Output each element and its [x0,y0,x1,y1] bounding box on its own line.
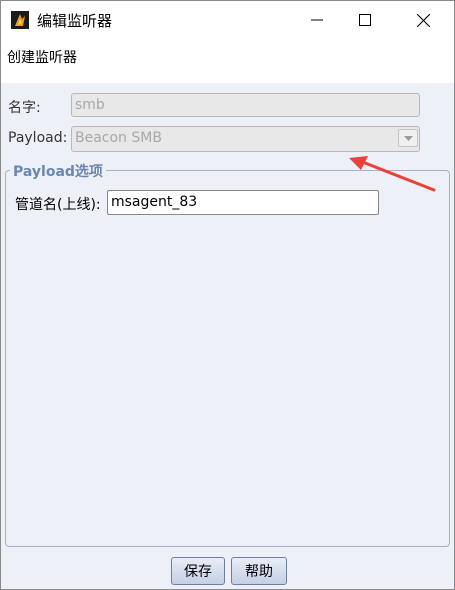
minimize-button[interactable] [294,1,340,39]
app-icon [11,11,29,29]
payload-dropdown-button[interactable] [398,129,418,147]
banner-text: 创建监听器 [7,50,77,66]
payload-options-group [5,170,450,547]
maximize-icon [359,14,371,26]
chevron-down-icon [403,135,413,141]
payload-select[interactable]: Beacon SMB [71,126,420,152]
minimize-icon [311,19,323,21]
save-button[interactable]: 保存 [171,557,225,585]
payload-label: Payload: [8,130,68,146]
payload-options-title: Payload选项 [10,161,106,181]
name-field[interactable]: smb [71,93,420,117]
window-title: 编辑监听器 [37,12,113,30]
pipe-name-input[interactable]: msagent_83 [107,190,379,215]
title-bar: 编辑监听器 [1,1,454,39]
close-button[interactable] [400,1,446,39]
close-icon [416,13,430,27]
edit-listener-dialog: 编辑监听器 创建监听器 名字: smb Payload: Beacon SMB [0,0,455,590]
annotation-arrow-icon [349,156,436,192]
payload-selected-value: Beacon SMB [75,130,162,146]
name-label: 名字: [8,100,41,116]
header-banner: 创建监听器 [1,39,454,83]
maximize-button[interactable] [342,1,388,39]
help-button[interactable]: 帮助 [231,557,287,585]
pipe-name-label: 管道名(上线): [15,197,101,213]
